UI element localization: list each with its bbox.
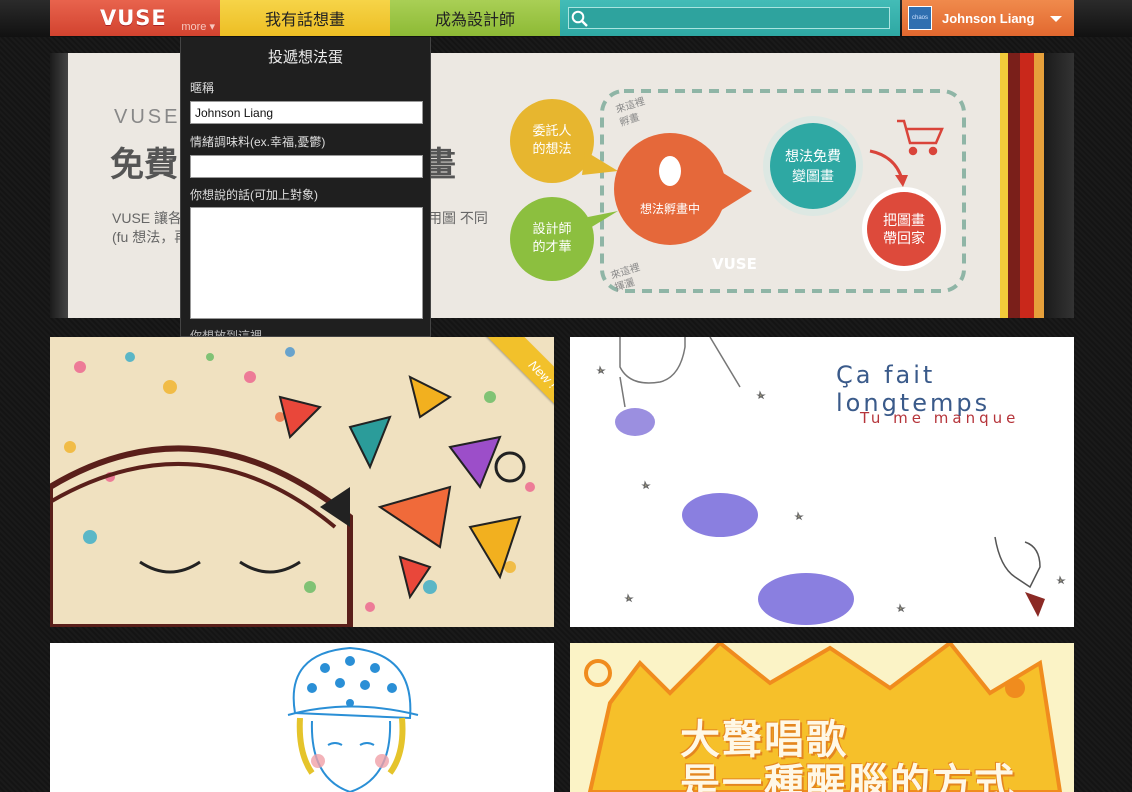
- user-menu[interactable]: chaos Johnson Liang: [902, 0, 1074, 36]
- svg-text:帶回家: 帶回家: [883, 230, 925, 246]
- node-free-text: 想法免費: [785, 148, 841, 164]
- hero-strip-right: [1000, 53, 1074, 318]
- next-field-label: 你想放到這裡...: [190, 329, 273, 337]
- hero-brand: VUSE: [114, 106, 181, 128]
- artwork-tile-face-triangles[interactable]: New !: [50, 337, 554, 627]
- user-name: Johnson Liang: [942, 11, 1035, 26]
- search-area: [560, 0, 900, 36]
- new-ribbon-label: New !: [480, 337, 554, 433]
- artwork-sing-text: 大聲唱歌 是一種醒腦的方式: [680, 718, 1016, 792]
- panel-title: 投遞想法蛋: [267, 49, 343, 66]
- node-center-text: 想法孵畫中: [640, 201, 700, 216]
- tab-submit-idea[interactable]: 我有話想畫: [220, 0, 390, 36]
- nickname-field[interactable]: [190, 101, 423, 124]
- artwork-image: [287, 646, 419, 792]
- node-home-text: 把圖畫: [883, 212, 925, 228]
- message-textarea[interactable]: [190, 207, 423, 319]
- process-diagram: 委託人 的想法 設計師 的才華 想法孵畫中 想法免費 變圖畫 把圖畫 帶回家 來…: [510, 89, 966, 294]
- tab-become-designer[interactable]: 成為設計師: [390, 0, 560, 36]
- diagram-watermark: VUSE: [712, 255, 757, 273]
- svg-text:的想法: 的想法: [532, 141, 571, 156]
- svg-text:來這裡: 來這裡: [614, 94, 647, 116]
- artwork-sing-line2: 是一種醒腦的方式: [680, 762, 1016, 792]
- artwork-tile-clouds[interactable]: Ça fait longtemps Tu me manque: [570, 337, 1074, 627]
- cart-icon: [897, 119, 944, 156]
- message-label: 你想說的話(可加上對象): [190, 188, 318, 202]
- mood-label: 情緒調味料(ex.幸福,憂鬱): [190, 135, 326, 149]
- vuse-logo[interactable]: VUSE: [100, 6, 167, 30]
- node-client-text: 委託人: [532, 123, 571, 138]
- svg-text:的才華: 的才華: [532, 239, 571, 254]
- new-ribbon: New !: [448, 337, 554, 433]
- artwork-tile-sing[interactable]: 大聲唱歌 是一種醒腦的方式: [570, 643, 1074, 792]
- more-menu-button[interactable]: more ▾: [181, 20, 215, 33]
- logo-area: VUSE more ▾: [50, 0, 220, 36]
- artwork-handwriting-line2: Tu me manque: [860, 409, 1020, 427]
- nickname-label: 暱稱: [190, 81, 215, 95]
- submit-idea-panel: 投遞想法蛋 暱稱 情緒調味料(ex.幸福,憂鬱) 你想說的話(可加上對象) 你想…: [180, 37, 431, 337]
- artwork-tile-girl-hat[interactable]: [50, 643, 554, 792]
- mood-field[interactable]: [190, 155, 423, 178]
- node-designer-text: 設計師: [532, 221, 571, 236]
- svg-text:變圖畫: 變圖畫: [792, 168, 834, 184]
- hero-description-end: 用圖 不同: [428, 210, 488, 226]
- hero-strip-left: [50, 53, 68, 318]
- chevron-down-icon[interactable]: [1050, 16, 1062, 22]
- artwork-sing-line1: 大聲唱歌: [680, 718, 848, 762]
- search-input[interactable]: [568, 7, 890, 29]
- avatar: chaos: [908, 6, 932, 30]
- hero-title: 免費: [110, 146, 178, 184]
